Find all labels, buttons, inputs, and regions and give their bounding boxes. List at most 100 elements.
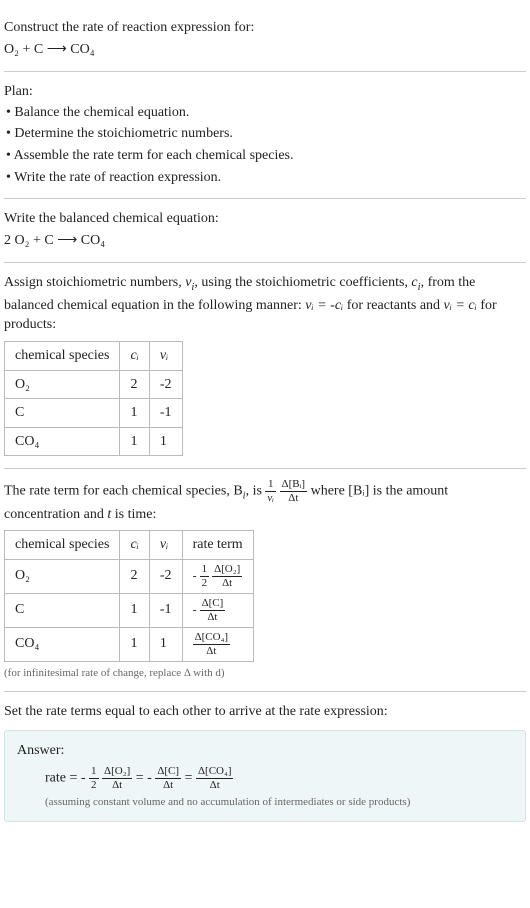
- frac-num: Δ[CO₄]: [193, 632, 231, 645]
- frac-num: Δ[C]: [155, 766, 181, 779]
- text: , is: [246, 484, 266, 499]
- frac-den: Δt: [196, 779, 234, 791]
- nu-cell: -1: [149, 399, 182, 428]
- neg-sign: -: [147, 771, 152, 786]
- plan-section: Plan: • Balance the chemical equation. •…: [4, 72, 526, 199]
- plan-item: • Determine the stoichiometric numbers.: [6, 123, 526, 145]
- stoich-table: chemical species cᵢ νᵢ O₂ 2 -2 C 1 -1 CO…: [4, 341, 183, 456]
- neg-sign: -: [81, 771, 86, 786]
- nu-cell: 1: [149, 427, 182, 456]
- rate-term-table: chemical species cᵢ νᵢ rate term O₂ 2 -2…: [4, 530, 254, 662]
- table-row: O₂ 2 -2: [5, 370, 183, 399]
- text: The rate term for each chemical species,…: [4, 484, 243, 499]
- c-cell: 1: [120, 627, 149, 661]
- text: , using the stoichiometric coefficients,: [194, 275, 411, 290]
- c-cell: 1: [120, 427, 149, 456]
- frac-num: 1: [89, 766, 99, 779]
- c-header: cᵢ: [130, 537, 138, 552]
- relation-2: νᵢ = cᵢ: [444, 298, 477, 313]
- coef-frac: 1 2: [89, 766, 99, 791]
- prompt-section: Construct the rate of reaction expressio…: [4, 8, 526, 72]
- col-nu: νᵢ: [149, 342, 182, 371]
- rate-cell: - 1 2 Δ[O₂] Δt: [182, 559, 253, 593]
- col-rate: rate term: [182, 531, 253, 560]
- col-species: chemical species: [5, 531, 120, 560]
- infinitesimal-note: (for infinitesimal rate of change, repla…: [4, 664, 526, 681]
- answer-box: Answer: rate = - 1 2 Δ[O₂] Δt = - Δ[C] Δ…: [4, 730, 526, 822]
- stoich-section: Assign stoichiometric numbers, νi, using…: [4, 263, 526, 469]
- nu-cell: -2: [149, 370, 182, 399]
- assumption-note: (assuming constant volume and no accumul…: [17, 791, 513, 810]
- term1-frac: Δ[O₂] Δt: [102, 766, 132, 791]
- nu-cell: -1: [149, 593, 182, 627]
- delta-frac: Δ[CO₄] Δt: [193, 632, 231, 657]
- term3-frac: Δ[CO₄] Δt: [196, 766, 234, 791]
- plan-list: • Balance the chemical equation. • Deter…: [4, 102, 526, 188]
- relation-1: νᵢ = -cᵢ: [305, 298, 343, 313]
- final-heading: Set the rate terms equal to each other t…: [4, 702, 526, 722]
- coef-frac: 1 2: [200, 564, 210, 589]
- balanced-equation: 2 O₂ + C ⟶ CO₄: [4, 229, 526, 253]
- neg-sign: -: [193, 568, 197, 582]
- species-cell: CO₄: [5, 427, 120, 456]
- frac-den: Δt: [102, 779, 132, 791]
- table-row: O₂ 2 -2 - 1 2 Δ[O₂] Δt: [5, 559, 254, 593]
- nu-cell: -2: [149, 559, 182, 593]
- frac-num: 1: [200, 564, 210, 577]
- frac-num: 1: [265, 479, 276, 492]
- col-c: cᵢ: [120, 342, 149, 371]
- table-header-row: chemical species cᵢ νᵢ: [5, 342, 183, 371]
- nu-header: νᵢ: [160, 348, 168, 363]
- frac-den: Δt: [193, 645, 231, 657]
- col-species: chemical species: [5, 342, 120, 371]
- unbalanced-equation: O₂ + C ⟶ CO₄: [4, 38, 526, 62]
- table-row: CO₄ 1 1 Δ[CO₄] Δt: [5, 627, 254, 661]
- plan-item: • Balance the chemical equation.: [6, 102, 526, 124]
- delta-frac: Δ[O₂] Δt: [212, 564, 242, 589]
- c-cell: 2: [120, 559, 149, 593]
- text: for reactants and: [343, 298, 443, 313]
- species-cell: CO₄: [5, 627, 120, 661]
- frac-den: 2: [200, 577, 210, 589]
- table-header-row: chemical species cᵢ νᵢ rate term: [5, 531, 254, 560]
- stoich-intro: Assign stoichiometric numbers, νi, using…: [4, 273, 526, 335]
- balanced-heading: Write the balanced chemical equation:: [4, 209, 526, 229]
- neg-sign: -: [193, 602, 197, 616]
- c-cell: 2: [120, 370, 149, 399]
- table-row: C 1 -1: [5, 399, 183, 428]
- nu-header: νᵢ: [160, 537, 168, 552]
- rate-cell: Δ[CO₄] Δt: [182, 627, 253, 661]
- plan-heading: Plan:: [4, 82, 526, 102]
- frac-den: Δt: [212, 577, 242, 589]
- frac-num: Δ[Bᵢ]: [280, 479, 308, 492]
- rate-expression: rate = - 1 2 Δ[O₂] Δt = - Δ[C] Δt = Δ[CO…: [17, 766, 513, 791]
- frac-num: Δ[O₂]: [102, 766, 132, 779]
- one-over-nu: 1 νᵢ: [265, 479, 276, 504]
- table-row: C 1 -1 - Δ[C] Δt: [5, 593, 254, 627]
- text: is time:: [111, 507, 156, 522]
- species-cell: C: [5, 399, 120, 428]
- frac-num: Δ[CO₄]: [196, 766, 234, 779]
- c-header: cᵢ: [130, 348, 138, 363]
- term2-frac: Δ[C] Δt: [155, 766, 181, 791]
- frac-den: 2: [89, 779, 99, 791]
- c-cell: 1: [120, 593, 149, 627]
- frac-num: Δ[C]: [200, 598, 226, 611]
- species-cell: O₂: [5, 559, 120, 593]
- nu-cell: 1: [149, 627, 182, 661]
- species-cell: C: [5, 593, 120, 627]
- rate-cell: - Δ[C] Δt: [182, 593, 253, 627]
- delta-frac: Δ[C] Δt: [200, 598, 226, 623]
- frac-den: Δt: [280, 492, 308, 504]
- frac-den: νᵢ: [265, 492, 276, 504]
- final-section: Set the rate terms equal to each other t…: [4, 692, 526, 822]
- delta-bi-over-dt: Δ[Bᵢ] Δt: [280, 479, 308, 504]
- frac-num: Δ[O₂]: [212, 564, 242, 577]
- rate-term-section: The rate term for each chemical species,…: [4, 469, 526, 692]
- balanced-section: Write the balanced chemical equation: 2 …: [4, 199, 526, 263]
- col-c: cᵢ: [120, 531, 149, 560]
- construct-line: Construct the rate of reaction expressio…: [4, 18, 526, 38]
- equals: =: [136, 771, 147, 786]
- frac-den: Δt: [155, 779, 181, 791]
- frac-den: Δt: [200, 611, 226, 623]
